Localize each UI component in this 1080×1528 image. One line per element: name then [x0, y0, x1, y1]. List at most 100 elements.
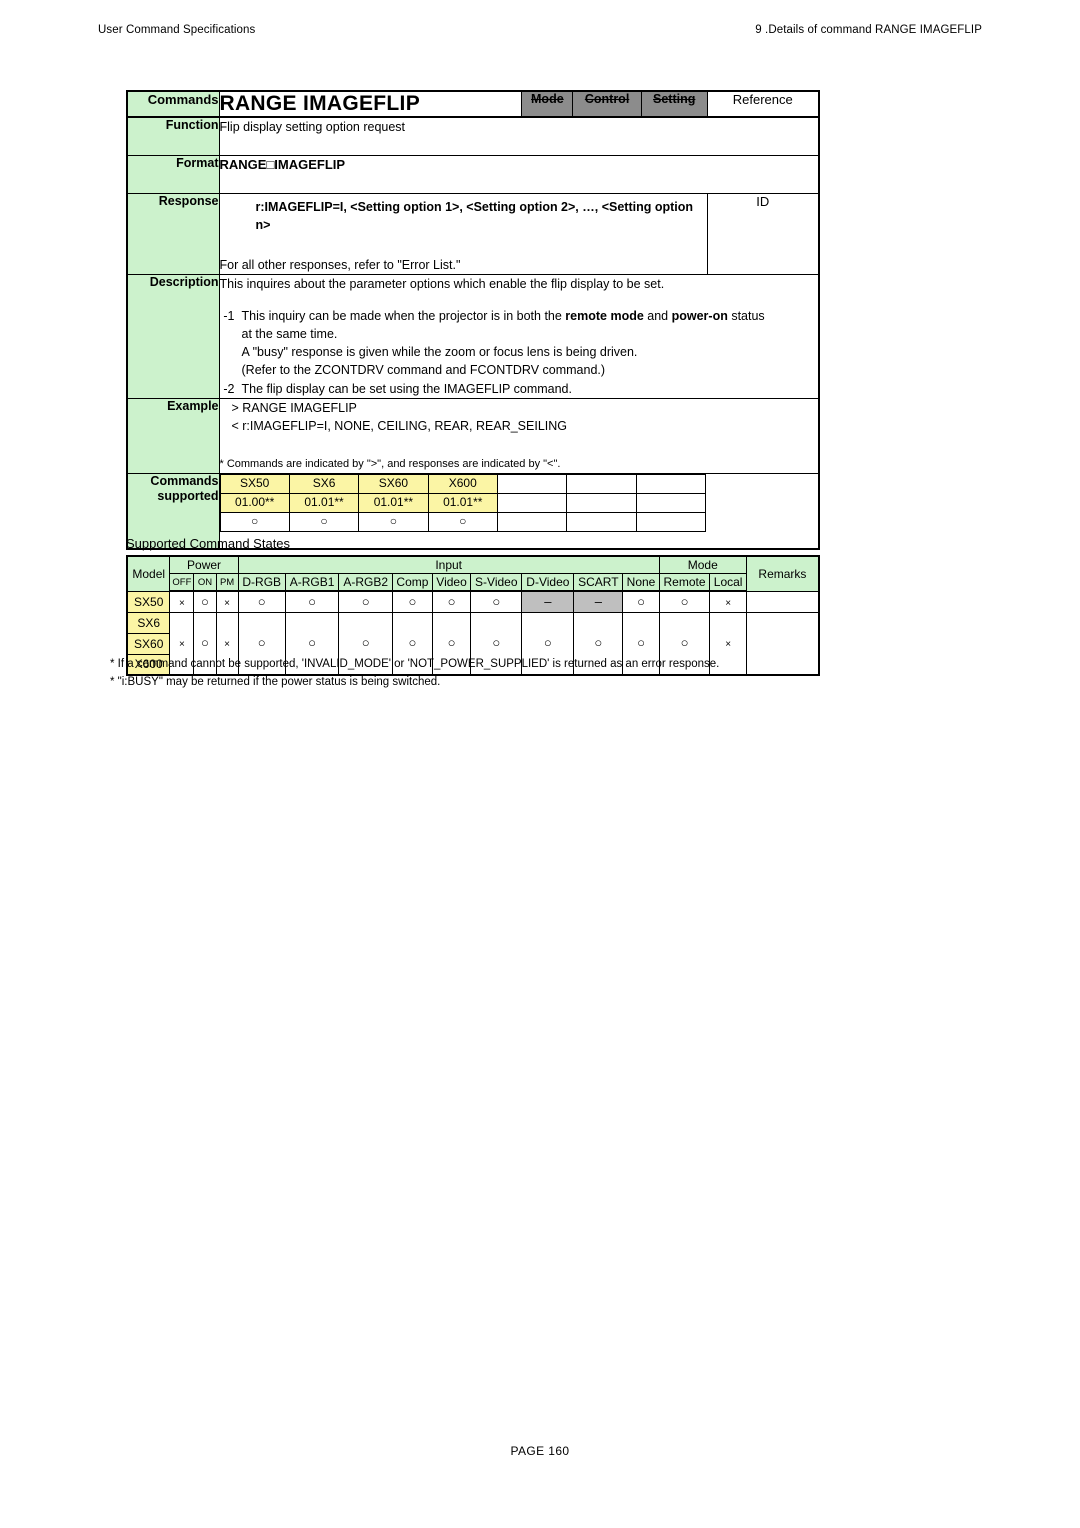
states-value-mark: ×: [178, 597, 185, 609]
supported-mark: ○: [427, 511, 498, 532]
description-item-number: [220, 343, 242, 361]
supported-empty-cell: [566, 473, 637, 494]
states-value-mark: ○: [257, 593, 266, 609]
example-line: < r:IMAGEFLIP=I, NONE, CEILING, REAR, RE…: [231, 418, 568, 433]
states-header-power: Power: [169, 555, 239, 574]
commands-supported-body: SX50 SX6 SX60 X600 01.00** 01.01** 01.01** 01.0…: [218, 472, 820, 550]
supported-mark-row: ○ ○ ○ ○: [219, 511, 818, 532]
supported-empty-cell: [496, 473, 568, 494]
states-value-mark: ○: [257, 635, 266, 651]
states-header-mode-local: Local: [709, 573, 747, 592]
states-value-mark: ×: [725, 597, 732, 609]
description-line: -1 This inquiry can be made when the proj…: [220, 307, 819, 325]
page-footer: PAGE 160: [510, 1444, 570, 1458]
states-value: ×: [169, 590, 195, 613]
header-right-text: 9 .Details of command RANGE IMAGEFLIP: [755, 24, 982, 36]
states-header-model: Model: [126, 555, 171, 592]
supported-empty-cell: [566, 511, 637, 532]
states-value-mark: ○: [447, 593, 456, 609]
command-title: RANGE IMAGEFLIP: [218, 90, 523, 118]
description-item-number: -2: [223, 381, 235, 396]
states-model-label: SX50: [126, 590, 171, 613]
states-value: ○: [658, 590, 711, 613]
states-header-row-1: Model Power Input Mode Remarks: [126, 555, 820, 592]
states-model-label: SX6: [126, 611, 171, 634]
page-header: User Command Specifications 9 .Details o…: [98, 24, 982, 36]
states-header-input: Input: [237, 555, 660, 574]
supported-empty-cell: [566, 492, 637, 513]
response-id-cell: ID: [706, 192, 820, 275]
command-title-row: Commands RANGE IMAGEFLIP Mode Control Se…: [126, 90, 820, 118]
states-value-mark: ○: [543, 635, 552, 651]
states-header-remarks: Remarks: [745, 555, 820, 592]
format-row: Format RANGE□IMAGEFLIP: [126, 154, 820, 194]
states-value-mark: ×: [178, 639, 185, 651]
states-value-na: –: [573, 590, 624, 613]
states-value: ×: [709, 590, 747, 613]
category-mode[interactable]: Mode: [521, 90, 574, 118]
supported-model-name: X600: [427, 473, 498, 494]
label-function: Function: [126, 116, 220, 156]
states-value-mark: ○: [680, 635, 689, 651]
states-value-mark: ○: [361, 635, 370, 651]
response-row: Response r:IMAGEFLIP=I, <Setting option …: [126, 192, 820, 275]
states-value-mark: ○: [408, 635, 417, 651]
format-text: RANGE□IMAGEFLIP: [218, 154, 820, 194]
description-line: (Refer to the ZCONTDRV command and FCONT…: [220, 361, 819, 379]
description-body: This inquires about the parameter option…: [218, 273, 820, 399]
supported-model-name: SX60: [358, 473, 429, 494]
states-header-input-s-video: S-Video: [470, 573, 523, 592]
states-value: ○: [284, 590, 340, 613]
supported-mark: ○: [219, 511, 290, 532]
function-row: Function Flip display setting option req…: [126, 116, 820, 156]
states-header-input-a-rgb1: A-RGB1: [284, 573, 340, 592]
states-value-mark: ○: [361, 593, 370, 609]
states-value-mark: ○: [201, 593, 209, 609]
description-item-number: -1: [223, 309, 235, 323]
example-line: > RANGE IMAGEFLIP: [231, 400, 357, 415]
supported-blank-cell: [220, 531, 818, 548]
states-value-mark: ×: [224, 597, 231, 609]
supported-model-name: SX50: [219, 473, 290, 494]
footnote-line: * If a command cannot be supported, 'INV…: [110, 658, 720, 670]
supported-mark: ○: [288, 511, 360, 532]
supported-pad-cell: [705, 512, 818, 532]
label-example: Example: [126, 397, 220, 474]
supported-model-version: 01.01**: [288, 492, 360, 513]
states-header-input-a-rgb2: A-RGB2: [338, 573, 393, 592]
states-header-input-video: Video: [431, 573, 472, 592]
states-value: ○: [431, 590, 472, 613]
label-response: Response: [126, 192, 220, 275]
description-line: -2 The flip display can be set using the …: [220, 380, 819, 398]
states-value-mark: ○: [680, 593, 689, 609]
states-header-power-on: ON: [193, 573, 217, 592]
states-value-mark: –: [594, 593, 602, 609]
response-body: r:IMAGEFLIP=I, <Setting option 1>, <Sett…: [218, 192, 708, 275]
response-sub-text: For all other responses, refer to "Error…: [219, 257, 461, 272]
category-reference[interactable]: Reference: [706, 90, 820, 118]
description-row: Description This inquires about the para…: [126, 273, 820, 399]
label-description: Description: [126, 273, 220, 399]
states-header-input-d-video: D-Video: [521, 573, 575, 592]
states-value-mark: ○: [637, 635, 645, 651]
description-item-text: This inquiry can be made when the projec…: [241, 309, 765, 323]
supported-model-version: 01.01**: [427, 492, 498, 513]
states-value-mark: ○: [308, 635, 316, 651]
states-value-na: –: [521, 590, 575, 613]
states-header-input-comp: Comp: [391, 573, 433, 592]
states-model-label: SX60: [126, 632, 171, 655]
states-data-row: SX6 × ○ × ○ ○ ○ ○ ○ ○ ○ ○ ○ ○ ×: [126, 611, 820, 676]
states-header-input-scart: SCART: [573, 573, 624, 592]
states-header-mode: Mode: [658, 555, 747, 574]
description-intro: This inquires about the parameter option…: [219, 276, 665, 291]
states-value: ○: [391, 590, 433, 613]
category-setting[interactable]: Setting: [640, 90, 708, 118]
states-value-mark: ○: [492, 593, 501, 609]
supported-mark: ○: [358, 511, 429, 532]
states-value-mark: ○: [492, 635, 501, 651]
category-control[interactable]: Control: [572, 90, 642, 118]
command-specification-table: Commands RANGE IMAGEFLIP Mode Control Se…: [126, 90, 820, 551]
description-item-text: A "busy" response is given while the zoo…: [241, 345, 638, 360]
states-data-row: SX50 × ○ × ○ ○ ○ ○ ○ ○ – – ○ ○ ×: [126, 590, 820, 613]
states-value: ○: [622, 590, 660, 613]
